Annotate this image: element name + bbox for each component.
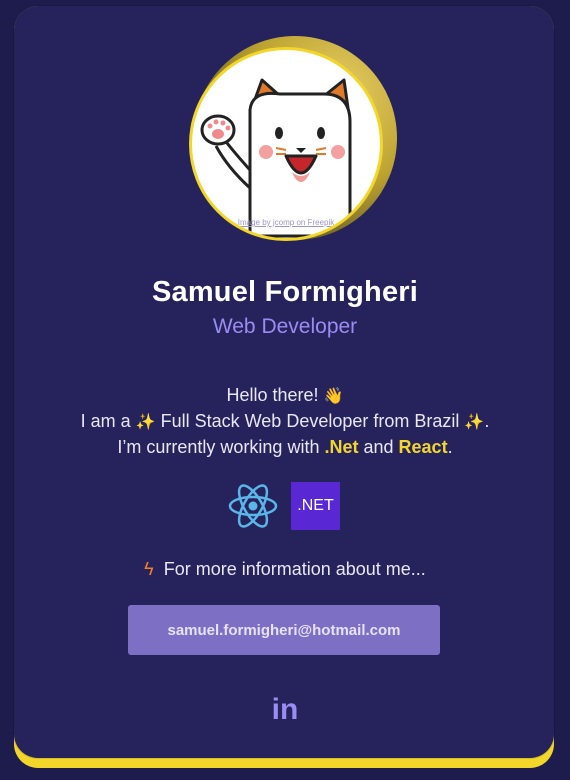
profile-page: Image by jcomp on Freepik Samuel Formigh… (0, 0, 570, 780)
avatar: Image by jcomp on Freepik (189, 47, 383, 241)
waving-hand-icon: 👋 (323, 388, 344, 405)
linkedin-icon[interactable]: in (268, 693, 302, 727)
dotnet-icon: .NET (291, 482, 340, 530)
bio-line-1-text: Hello there! (226, 385, 324, 405)
profile-name: Samuel Formigheri (151, 276, 419, 308)
bio-line-3-suffix: . (447, 437, 453, 457)
email-button[interactable]: samuel.formigheri@hotmail.com (128, 605, 440, 655)
bio-line-3-prefix: I’m currently working with (117, 437, 325, 457)
bio-line-2-middle: Full Stack Web Developer from Brazil (155, 411, 465, 431)
bio-line-3-and: and (358, 437, 399, 457)
lightning-icon: ϟ (144, 559, 154, 579)
bio-line-2-prefix: I am a (80, 411, 136, 431)
tech-react-highlight: React (398, 437, 448, 457)
bio-line-2: I am a ✨ Full Stack Web Developer from B… (0, 411, 570, 432)
bio-line-1: Hello there! 👋 (0, 385, 570, 406)
more-info: ϟ For more information about me... (0, 559, 570, 580)
cat-illustration (200, 78, 352, 238)
react-icon (227, 482, 279, 530)
bio-line-2-suffix: . (484, 411, 490, 431)
sparkles-icon: ✨ (135, 414, 156, 431)
tech-icons: .NET (227, 482, 347, 532)
sparkles-icon: ✨ (464, 414, 485, 431)
avatar-container: Image by jcomp on Freepik (187, 36, 397, 244)
tech-net-highlight: .Net (324, 437, 359, 457)
profile-role: Web Developer (212, 315, 358, 338)
bio-line-3: I’m currently working with .Net and Reac… (0, 437, 570, 458)
avatar-credit-link[interactable]: Image by jcomp on Freepik (192, 218, 380, 227)
more-info-label: For more information about me... (163, 559, 426, 579)
